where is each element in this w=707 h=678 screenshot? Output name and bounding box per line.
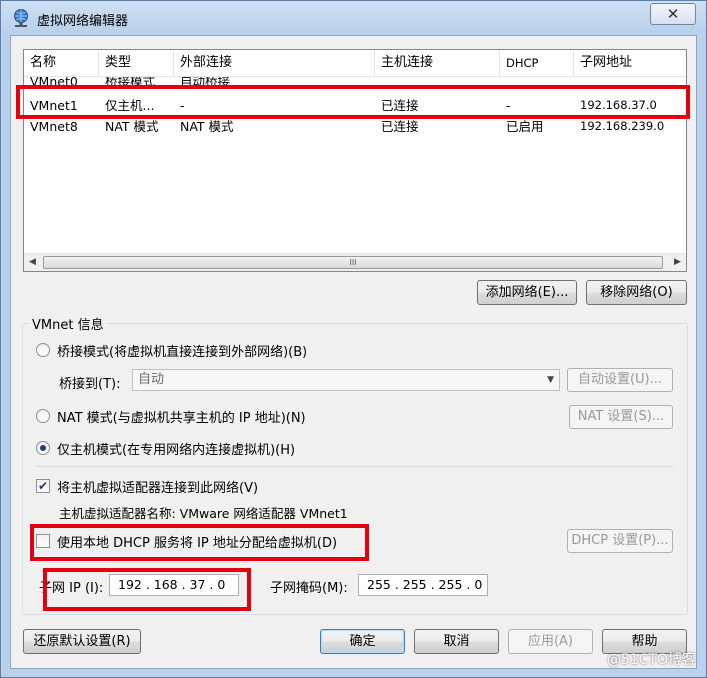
- scroll-grip-icon: III: [349, 258, 357, 267]
- network-list[interactable]: 名称 类型 外部连接 主机连接 DHCP 子网地址 VMnet0 桥接模式 自动…: [23, 49, 687, 272]
- vmnet-info-label: VMnet 信息: [29, 314, 107, 333]
- virtual-network-editor-window: 虚拟网络编辑器 ✕ 名称 类型 外部连接 主机连接 DHCP 子网地址 VMne…: [0, 0, 707, 678]
- cell-type: NAT 模式: [105, 119, 159, 134]
- dhcp-settings-button[interactable]: DHCP 设置(P)...: [567, 529, 673, 553]
- list-row-vmnet8[interactable]: VMnet8 NAT 模式 NAT 模式 已连接 已启用 192.168.239…: [24, 116, 686, 137]
- annotation-highlight-dhcp: [30, 524, 369, 561]
- nat-settings-button[interactable]: NAT 设置(S)...: [569, 405, 673, 429]
- subnet-mask-field[interactable]: 255 . 255 . 255 . 0: [358, 574, 488, 596]
- column-header-dhcp[interactable]: DHCP: [500, 50, 574, 76]
- column-header-subnet[interactable]: 子网地址: [574, 50, 686, 76]
- close-button[interactable]: ✕: [650, 3, 696, 25]
- restore-defaults-button[interactable]: 还原默认设置(R): [23, 629, 141, 654]
- cell-name: VMnet8: [30, 119, 78, 134]
- subnet-mask-label: 子网掩码(M):: [270, 581, 348, 596]
- watermark: @51CTO博客: [606, 652, 696, 668]
- nat-mode-radio[interactable]: [36, 409, 50, 423]
- scroll-thumb[interactable]: III: [43, 256, 663, 269]
- remove-network-button[interactable]: 移除网络(O): [586, 280, 687, 305]
- cell-external: NAT 模式: [180, 119, 234, 134]
- annotation-highlight-subnet-ip: [43, 568, 251, 611]
- bridged-to-label: 桥接到(T):: [59, 377, 121, 392]
- cell-subnet: 192.168.239.0: [580, 119, 665, 133]
- connect-adapter-label[interactable]: 将主机虚拟适配器连接到此网络(V): [57, 477, 258, 496]
- adapter-name-text: 主机虚拟适配器名称: VMware 网络适配器 VMnet1: [59, 506, 348, 521]
- network-globe-icon: [14, 9, 28, 27]
- cell-host: 已连接: [381, 119, 419, 134]
- cancel-button[interactable]: 取消: [414, 629, 499, 654]
- chevron-down-icon: ▼: [547, 375, 554, 385]
- column-header-external[interactable]: 外部连接: [174, 50, 375, 76]
- column-header-host[interactable]: 主机连接: [375, 50, 500, 76]
- annotation-highlight-vmnet1-row: [16, 85, 690, 119]
- auto-settings-button[interactable]: 自动设置(U)...: [567, 368, 673, 392]
- bridged-mode-label[interactable]: 桥接模式(将虚拟机直接连接到外部网络)(B): [57, 341, 307, 360]
- window-title: 虚拟网络编辑器: [37, 14, 129, 29]
- bridged-mode-radio[interactable]: [36, 343, 50, 357]
- add-network-button[interactable]: 添加网络(E)...: [477, 280, 577, 305]
- scroll-right-arrow-icon[interactable]: ▶: [669, 254, 686, 271]
- ok-button[interactable]: 确定: [320, 629, 405, 654]
- close-icon: ✕: [666, 5, 680, 23]
- column-header-name[interactable]: 名称: [24, 50, 99, 76]
- nat-mode-label[interactable]: NAT 模式(与虚拟机共享主机的 IP 地址)(N): [57, 407, 306, 426]
- checkmark-icon: ✔: [37, 479, 49, 493]
- column-header-type[interactable]: 类型: [99, 50, 174, 76]
- hostonly-mode-label[interactable]: 仅主机模式(在专用网络内连接虚拟机)(H): [57, 439, 295, 458]
- bridged-to-select[interactable]: 自动 ▼: [132, 369, 560, 391]
- title-bar: 虚拟网络编辑器 ✕: [1, 1, 706, 35]
- connect-adapter-checkbox[interactable]: ✔: [36, 479, 50, 493]
- list-header: 名称 类型 外部连接 主机连接 DHCP 子网地址: [24, 50, 686, 77]
- hostonly-mode-radio[interactable]: [36, 441, 50, 455]
- apply-button[interactable]: 应用(A): [508, 629, 593, 654]
- cell-dhcp: 已启用: [506, 119, 544, 134]
- bridged-to-value: 自动: [138, 372, 165, 387]
- horizontal-scrollbar[interactable]: ◀ III ▶: [24, 253, 686, 271]
- scroll-left-arrow-icon[interactable]: ◀: [24, 254, 41, 271]
- group-separator: [36, 466, 674, 467]
